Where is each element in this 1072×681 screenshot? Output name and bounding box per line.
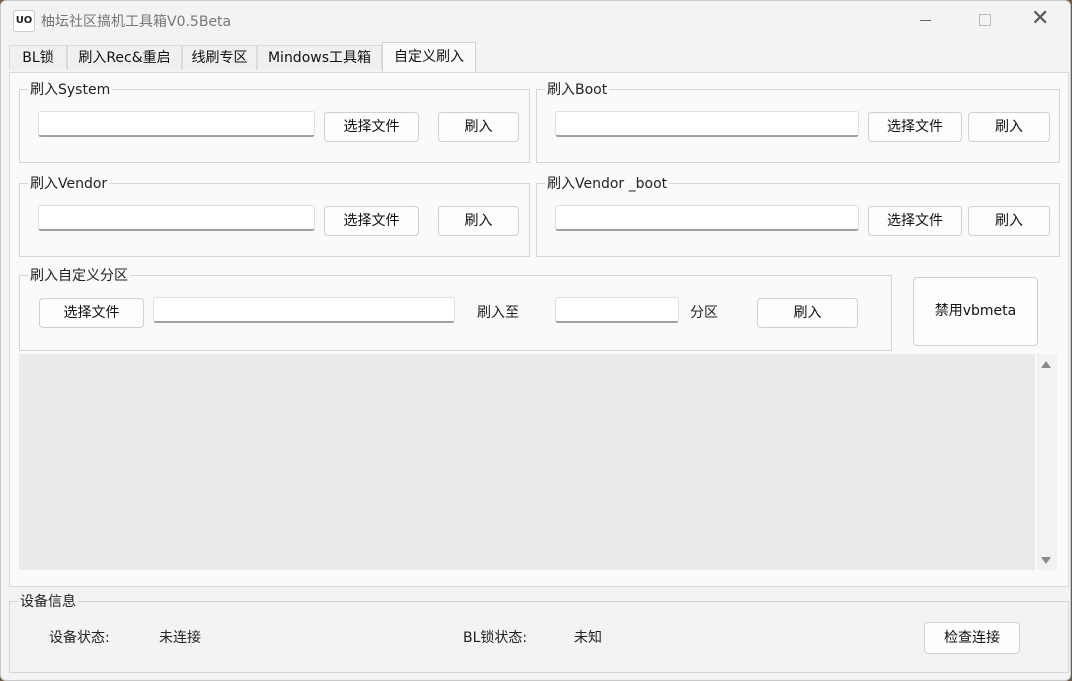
system-select-file-button[interactable]: 选择文件 (324, 112, 419, 142)
custom-select-file-button[interactable]: 选择文件 (39, 298, 144, 328)
log-scrollbar[interactable] (1037, 354, 1057, 570)
close-button[interactable]: ✕ (1019, 1, 1065, 39)
partition-name-input[interactable] (555, 297, 679, 323)
group-title: 刷入Boot (547, 82, 608, 98)
boot-path-input[interactable] (555, 111, 859, 137)
close-icon: ✕ (1031, 6, 1050, 31)
vendor-boot-select-file-button[interactable]: 选择文件 (868, 206, 962, 236)
tab-strip: BL锁 刷入Rec&重启 线刷专区 Mindows工具箱 自定义刷入 (1, 40, 1070, 72)
tab-mindows-toolbox[interactable]: Mindows工具箱 (257, 45, 382, 70)
device-status-value: 未连接 (159, 630, 201, 646)
group-title: 刷入Vendor (30, 176, 108, 192)
disable-vbmeta-button[interactable]: 禁用vbmeta (913, 277, 1038, 346)
vendor-select-file-button[interactable]: 选择文件 (324, 206, 419, 236)
scroll-up-icon[interactable] (1041, 361, 1051, 368)
device-status-label: 设备状态: (49, 630, 110, 646)
check-connection-button[interactable]: 检查连接 (924, 622, 1020, 654)
boot-select-file-button[interactable]: 选择文件 (868, 112, 962, 142)
tab-line-flash[interactable]: 线刷专区 (182, 45, 257, 70)
vendor-path-input[interactable] (38, 205, 315, 231)
group-title: 刷入Vendor _boot (547, 176, 668, 192)
system-flash-button[interactable]: 刷入 (438, 112, 519, 142)
window-title: 柚坛社区搞机工具箱V0.5Beta (41, 14, 232, 30)
vendor-flash-button[interactable]: 刷入 (438, 206, 519, 236)
maximize-button[interactable] (961, 1, 1007, 39)
scroll-down-icon[interactable] (1041, 557, 1051, 564)
tab-custom-flash[interactable]: 自定义刷入 (382, 42, 476, 72)
app-icon: UO (13, 10, 35, 32)
app-window: UO 柚坛社区搞机工具箱V0.5Beta ✕ BL锁 刷入Rec&重启 线刷专区… (0, 0, 1071, 681)
flash-to-label: 刷入至 (477, 305, 519, 321)
group-title: 刷入System (30, 82, 111, 98)
custom-flash-button[interactable]: 刷入 (757, 298, 858, 328)
system-path-input[interactable] (38, 111, 315, 137)
vendor-boot-flash-button[interactable]: 刷入 (968, 206, 1050, 236)
custom-path-input[interactable] (153, 297, 455, 323)
maximize-icon (979, 14, 991, 26)
boot-flash-button[interactable]: 刷入 (968, 112, 1050, 142)
group-title: 设备信息 (20, 594, 76, 610)
vendor-boot-path-input[interactable] (555, 205, 859, 231)
title-bar: UO 柚坛社区搞机工具箱V0.5Beta ✕ (1, 1, 1070, 39)
minimize-button[interactable] (903, 1, 949, 39)
bl-status-label: BL锁状态: (463, 630, 528, 646)
tab-bl-lock[interactable]: BL锁 (9, 45, 67, 70)
minimize-icon (920, 20, 931, 21)
log-output[interactable] (19, 354, 1035, 570)
bl-status-value: 未知 (574, 630, 602, 646)
tab-flash-rec-reboot[interactable]: 刷入Rec&重启 (67, 45, 182, 70)
group-title: 刷入自定义分区 (30, 268, 128, 284)
partition-label: 分区 (690, 305, 718, 321)
